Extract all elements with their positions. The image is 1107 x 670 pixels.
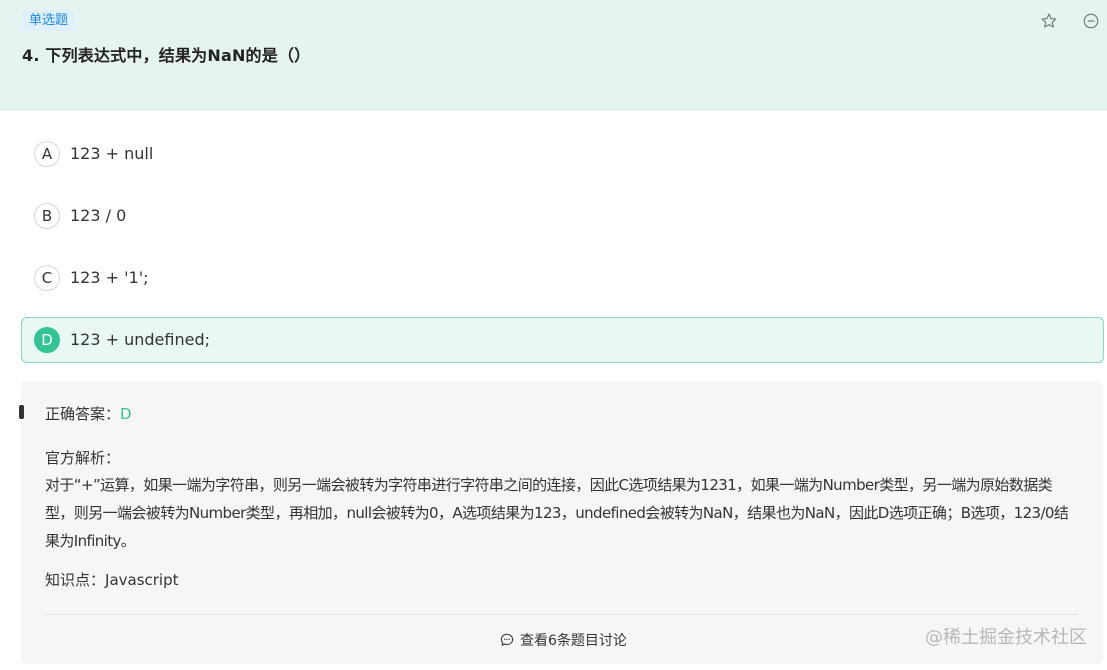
chat-bubble-icon (500, 633, 514, 646)
option-text: 123 + null (70, 144, 154, 163)
section-marker (19, 405, 24, 419)
correct-answer-value: D (120, 405, 132, 423)
option-text: 123 / 0 (70, 206, 127, 225)
option-letter: B (34, 203, 60, 229)
option-a[interactable]: A 123 + null (21, 131, 1104, 177)
knowledge-label: 知识点： (45, 571, 106, 589)
explanation-text: 对于“+”运算，如果一端为字符串，则另一端会被转为字符串进行字符串之间的连接，因… (45, 476, 1069, 550)
view-discussion-link[interactable]: 查看6条题目讨论 (499, 631, 627, 651)
question-title: 4. 下列表达式中，结果为NaN的是（） (22, 46, 311, 65)
option-letter: C (34, 265, 60, 291)
explanation-label: 官方解析： (45, 449, 121, 467)
option-letter: A (34, 141, 60, 167)
star-icon[interactable] (1040, 12, 1058, 30)
analysis-panel: 正确答案：D 官方解析： 对于“+”运算，如果一端为字符串，则另一端会被转为字符… (19, 381, 1103, 664)
knowledge-value: Javascript (105, 571, 179, 589)
correct-answer: 正确答案：D (45, 403, 132, 425)
option-letter: D (34, 327, 60, 353)
correct-answer-label: 正确答案： (45, 405, 121, 423)
option-text: 123 + undefined; (70, 330, 211, 349)
watermark: @稀土掘金技术社区 (925, 627, 1087, 648)
question-type-badge: 单选题 (22, 10, 76, 31)
view-discussion-label: 查看6条题目讨论 (520, 633, 627, 649)
divider (45, 614, 1079, 615)
option-b[interactable]: B 123 / 0 (21, 193, 1104, 239)
option-text: 123 + '1'; (70, 268, 149, 287)
question-header: 单选题 4. 下列表达式中，结果为NaN的是（） (0, 0, 1107, 110)
knowledge-point: 知识点：Javascript (45, 569, 179, 591)
minus-circle-icon[interactable] (1082, 12, 1100, 30)
option-d[interactable]: D 123 + undefined; (21, 317, 1104, 363)
option-c[interactable]: C 123 + '1'; (21, 255, 1104, 301)
